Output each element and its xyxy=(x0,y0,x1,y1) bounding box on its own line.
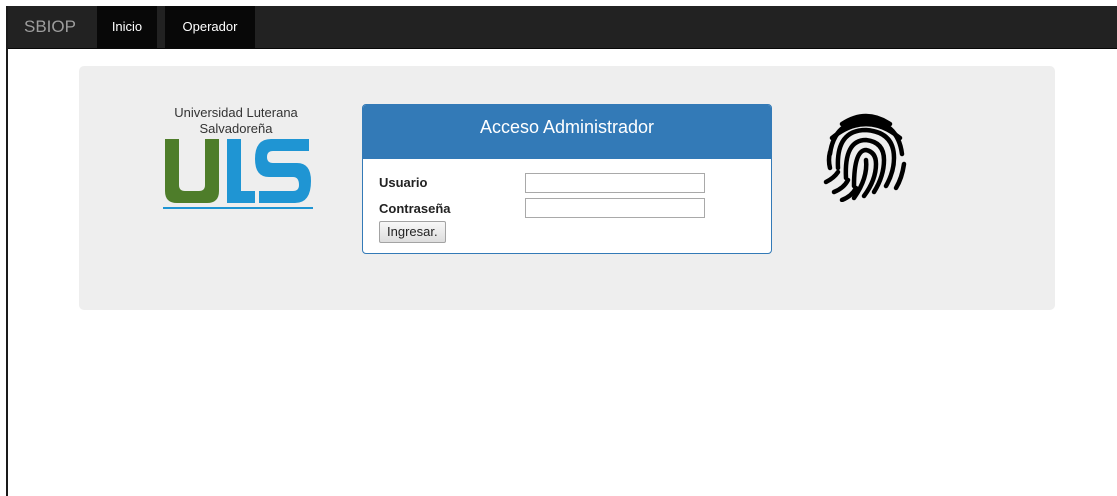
university-name: Universidad Luterana Salvadoreña xyxy=(160,105,312,137)
window-edge xyxy=(6,6,8,496)
nav-item-inicio[interactable]: Inicio xyxy=(97,6,157,48)
navbar-brand[interactable]: SBIOP xyxy=(24,6,76,48)
top-navbar: SBIOP Inicio Operador xyxy=(8,6,1117,49)
uls-logo-icon xyxy=(163,139,313,209)
login-panel: Acceso Administrador Usuario Contraseña … xyxy=(362,104,772,254)
nav-item-operador[interactable]: Operador xyxy=(165,6,255,48)
university-name-line1: Universidad Luterana xyxy=(174,105,298,120)
page: SBIOP Inicio Operador Universidad Lutera… xyxy=(0,0,1117,496)
login-panel-heading: Acceso Administrador xyxy=(363,105,771,159)
password-label: Contraseña xyxy=(379,201,451,216)
username-input[interactable] xyxy=(525,173,705,193)
login-panel-title: Acceso Administrador xyxy=(479,117,655,137)
username-label: Usuario xyxy=(379,175,428,190)
login-submit-button[interactable]: Ingresar. xyxy=(379,221,446,243)
fingerprint-icon xyxy=(823,113,907,202)
password-input[interactable] xyxy=(525,198,705,218)
university-name-line2: Salvadoreña xyxy=(199,121,273,136)
